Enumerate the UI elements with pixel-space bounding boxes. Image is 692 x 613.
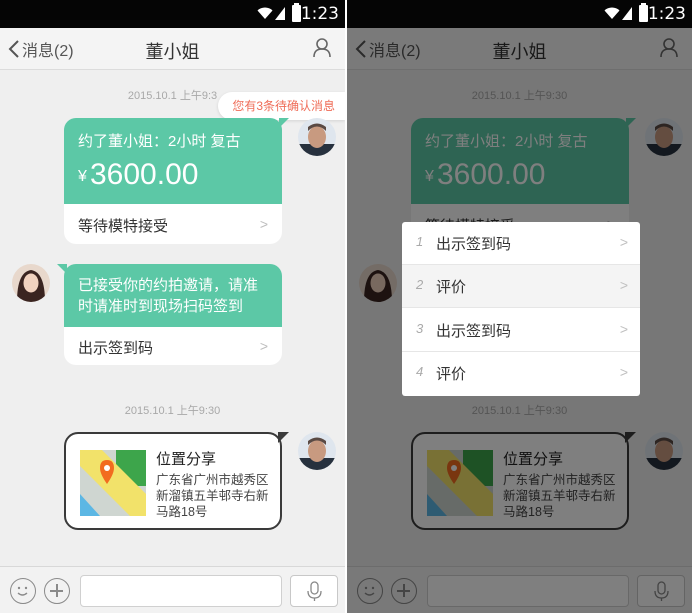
battery-icon bbox=[292, 3, 301, 22]
map-thumbnail bbox=[80, 450, 146, 516]
wifi-icon bbox=[257, 7, 273, 19]
show-checkin-code-label: 出示签到码 bbox=[78, 340, 154, 357]
phone-screen-chat-menu: 1:23 消息(2) 董小姐 2015.10.1 上午9:30 约了董小姐：2小… bbox=[347, 0, 692, 613]
phone-screen-chat: 1:23 消息(2) 董小姐 2015.10.1 上午9:3 您有3条待确认消息… bbox=[0, 0, 345, 613]
chevron-right-icon: > bbox=[619, 234, 628, 250]
pending-messages-toast[interactable]: 您有3条待确认消息 bbox=[218, 92, 345, 120]
location-address: 广东省广州市越秀区新溜镇五羊邨寺右新马路18号 bbox=[156, 473, 269, 519]
bubble-tail bbox=[278, 432, 289, 443]
page-title: 董小姐 bbox=[145, 42, 200, 62]
chevron-right-icon: > bbox=[259, 216, 268, 232]
avatar-self[interactable] bbox=[298, 118, 336, 156]
menu-item-label: 评价 bbox=[436, 279, 467, 296]
menu-item-review[interactable]: 4 评价 > bbox=[402, 352, 640, 395]
chat-header: 消息(2) 董小姐 bbox=[0, 28, 345, 70]
location-title: 位置分享 bbox=[156, 451, 217, 468]
order-status-row[interactable]: 等待模特接受 > bbox=[64, 204, 282, 244]
avatar-model[interactable] bbox=[12, 264, 50, 302]
menu-item-label: 出示签到码 bbox=[436, 323, 512, 340]
signal-icon bbox=[622, 7, 632, 20]
profile-icon[interactable] bbox=[313, 38, 331, 58]
status-bar: 1:23 bbox=[347, 0, 692, 28]
invite-card-header: 已接受你的约拍邀请，请准时请准时到现场扫码签到 bbox=[64, 264, 282, 327]
voice-button[interactable] bbox=[290, 575, 338, 607]
chevron-right-icon: > bbox=[619, 364, 628, 380]
microphone-icon bbox=[307, 581, 322, 601]
order-amount: 3600.00 bbox=[90, 158, 199, 191]
menu-item-index: 1 bbox=[416, 234, 424, 249]
menu-item-label: 出示签到码 bbox=[436, 236, 512, 253]
menu-item-label: 评价 bbox=[436, 366, 467, 383]
bubble-tail bbox=[279, 118, 289, 128]
menu-item-show-checkin-code[interactable]: 3 出示签到码 > bbox=[402, 309, 640, 352]
emoji-icon[interactable] bbox=[10, 578, 36, 604]
avatar-self[interactable] bbox=[298, 432, 336, 470]
order-headline: 约了董小姐：2小时 复古 bbox=[78, 133, 241, 150]
battery-icon bbox=[639, 3, 648, 22]
clock: 1:23 bbox=[647, 4, 686, 24]
message-timestamp: 2015.10.1 上午9:30 bbox=[124, 405, 221, 417]
menu-item-show-checkin-code[interactable]: 1 出示签到码 > bbox=[402, 222, 640, 265]
clock: 1:23 bbox=[300, 4, 339, 24]
menu-item-index: 4 bbox=[416, 364, 424, 379]
chevron-right-icon: > bbox=[259, 338, 268, 354]
menu-item-review[interactable]: 2 评价 > bbox=[402, 265, 640, 308]
action-menu: 1 出示签到码 > 2 评价 > 3 出示签到码 > 4 评价 > bbox=[402, 222, 640, 396]
location-share-card[interactable]: 位置分享 广东省广州市越秀区新溜镇五羊邨寺右新马路18号 bbox=[64, 432, 289, 530]
menu-item-index: 2 bbox=[416, 277, 424, 292]
plus-icon[interactable] bbox=[44, 578, 70, 604]
order-card-header: 约了董小姐：2小时 复古 ¥ 3600.00 bbox=[64, 118, 282, 204]
invite-card: 已接受你的约拍邀请，请准时请准时到现场扫码签到 出示签到码 > bbox=[57, 264, 282, 365]
currency-symbol: ¥ bbox=[78, 168, 87, 185]
order-card: 约了董小姐：2小时 复古 ¥ 3600.00 等待模特接受 > bbox=[64, 118, 289, 244]
chevron-right-icon: > bbox=[619, 321, 628, 337]
message-input-bar bbox=[0, 566, 345, 613]
wifi-icon bbox=[604, 7, 620, 19]
status-bar: 1:23 bbox=[0, 0, 345, 28]
signal-icon bbox=[275, 7, 285, 20]
order-status-label: 等待模特接受 bbox=[78, 218, 169, 235]
bubble-tail bbox=[57, 264, 67, 274]
menu-item-index: 3 bbox=[416, 321, 424, 336]
message-text-input[interactable] bbox=[80, 575, 282, 607]
invite-text: 已接受你的约拍邀请，请准时请准时到现场扫码签到 bbox=[78, 277, 259, 315]
chevron-right-icon: > bbox=[619, 277, 628, 293]
show-checkin-code-row[interactable]: 出示签到码 > bbox=[64, 327, 282, 365]
